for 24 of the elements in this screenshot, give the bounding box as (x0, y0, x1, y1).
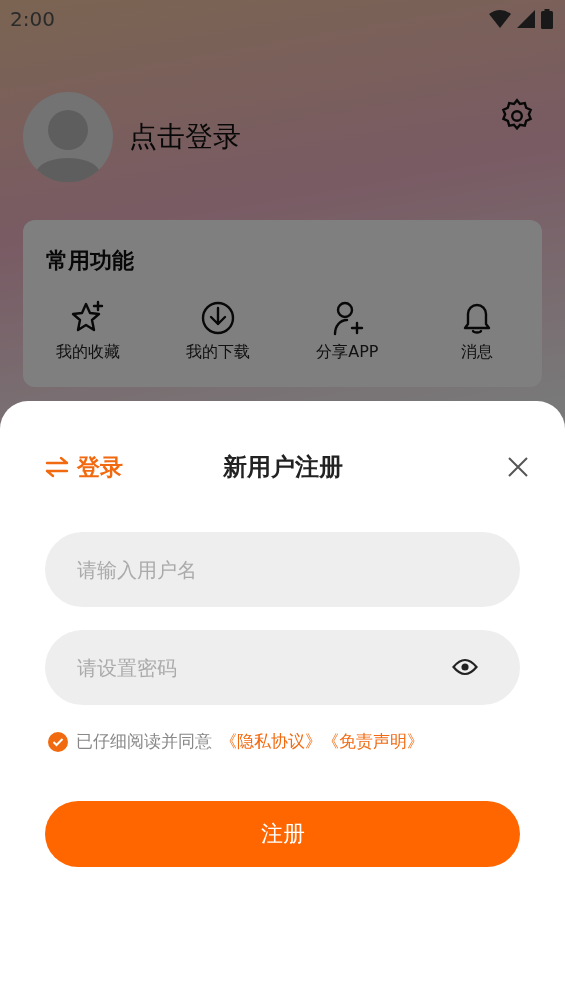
close-icon (506, 455, 530, 479)
battery-icon (541, 9, 553, 29)
agreement-link[interactable]: 《免责声明》 (322, 730, 424, 753)
password-field[interactable]: 请设置密码 (45, 630, 520, 705)
check-icon (52, 736, 64, 747)
agreement-text: 已仔细阅读并同意 (76, 730, 212, 753)
username-field[interactable]: 请输入用户名 (45, 532, 520, 607)
login-prompt[interactable]: 点击登录 (129, 118, 241, 156)
agree-checkbox[interactable] (48, 731, 68, 752)
signal-icon (517, 10, 535, 28)
agreement-link[interactable]: 《隐私协议》 (220, 730, 322, 753)
sheet-title: 新用户注册 (222, 452, 343, 483)
function-button[interactable]: 我的下载 (152, 298, 283, 363)
eye-icon[interactable] (452, 658, 478, 676)
wifi-icon (489, 10, 511, 28)
status-time: 2:00 (10, 7, 55, 31)
swap-icon (45, 455, 69, 479)
login-switch-link[interactable]: 登录 (45, 451, 123, 483)
function-button[interactable]: 分享APP (282, 298, 413, 363)
section-title: 常用功能 (45, 247, 135, 275)
close-button[interactable] (506, 455, 530, 479)
function-button[interactable]: 消息 (412, 298, 542, 363)
function-button[interactable]: 我的收藏 (23, 298, 153, 363)
register-button[interactable]: 注册 (45, 801, 520, 867)
